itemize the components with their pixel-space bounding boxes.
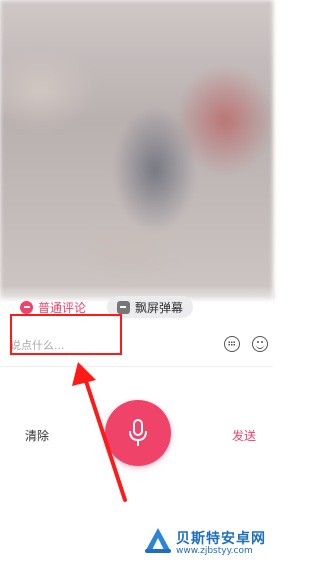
annotation-highlight-box xyxy=(10,314,122,355)
keyboard-icon[interactable] xyxy=(224,336,240,352)
microphone-button[interactable] xyxy=(105,400,171,466)
watermark-url: www.zjbstyy.com xyxy=(176,546,253,556)
clear-button[interactable]: 清除 xyxy=(25,427,49,444)
emoji-icon[interactable] xyxy=(252,336,268,352)
send-button[interactable]: 发送 xyxy=(232,427,256,444)
danmaku-icon xyxy=(116,300,130,314)
watermark-name: 贝斯特安卓网 xyxy=(176,531,266,547)
microphone-icon xyxy=(129,419,147,446)
watermark-logo-icon xyxy=(145,528,171,553)
watermark: 贝斯特安卓网 www.zjbstyy.com xyxy=(138,520,273,565)
tab-float-danmaku-label: 飘屏弹幕 xyxy=(134,300,183,315)
blurred-video-background xyxy=(0,0,273,300)
tab-normal-comment-label: 普通评论 xyxy=(38,300,87,315)
comment-bubble-icon xyxy=(20,300,33,314)
panel-divider xyxy=(0,366,273,367)
